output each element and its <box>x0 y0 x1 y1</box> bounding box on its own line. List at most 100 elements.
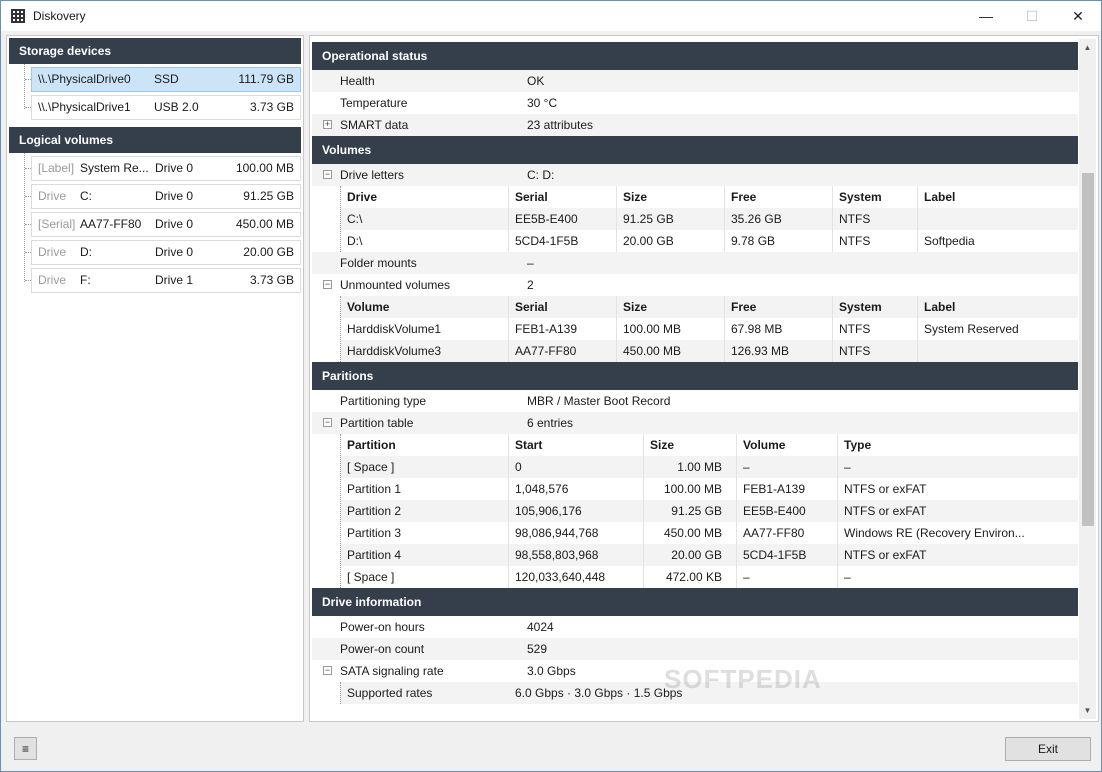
detail-key: Partition table <box>340 416 414 430</box>
scroll-down-arrow-icon[interactable]: ▼ <box>1079 702 1096 719</box>
column-header: Free <box>725 296 833 318</box>
table-row: D:\ 5CD4-1F5B 20.00 GB 9.78 GB NTFS Soft… <box>341 230 1078 252</box>
exit-button[interactable]: Exit <box>1005 737 1091 761</box>
cell-system: NTFS <box>833 340 918 362</box>
cell-serial: FEB1-A139 <box>509 318 617 340</box>
cell-size: 450.00 MB <box>644 522 737 544</box>
volume-size: 450.00 MB <box>235 217 294 231</box>
window-body: Storage devices \\.\PhysicalDrive0 SSD 1… <box>0 31 1102 772</box>
close-button[interactable]: ✕ <box>1055 1 1101 31</box>
cell-start: 98,558,803,968 <box>509 544 644 566</box>
table-row: Partition 3 98,086,944,768 450.00 MB AA7… <box>341 522 1078 544</box>
volume-drive: Drive 0 <box>155 189 194 203</box>
title-bar: Diskovery — ☐ ✕ <box>0 0 1102 31</box>
scroll-up-arrow-icon[interactable]: ▲ <box>1079 39 1096 56</box>
cell-drive: D:\ <box>341 230 509 252</box>
volume-drive: Drive 0 <box>155 245 194 259</box>
cell-type: Windows RE (Recovery Environ... <box>844 526 1025 540</box>
cell-partition: Partition 1 <box>341 478 509 500</box>
cell-volume: EE5B-E400 <box>737 500 838 522</box>
table-row: C:\ EE5B-E400 91.25 GB 35.26 GB NTFS <box>341 208 1078 230</box>
volume-name: C: <box>80 189 92 203</box>
collapse-minus-icon[interactable]: − <box>323 666 332 675</box>
device-item-physicaldrive1[interactable]: \\.\PhysicalDrive1 USB 2.0 3.73 GB <box>25 95 301 120</box>
supported-rates-subtree: Supported rates 6.0 Gbps · 3.0 Gbps · 1.… <box>340 682 1078 704</box>
cell-system: NTFS <box>833 318 918 340</box>
volume-item[interactable]: Drive D: Drive 0 20.00 GB <box>25 240 301 265</box>
expand-plus-icon[interactable]: + <box>323 120 332 129</box>
volume-size: 20.00 GB <box>243 245 294 259</box>
detail-row: Supported rates 6.0 Gbps · 3.0 Gbps · 1.… <box>341 682 1078 704</box>
menu-button[interactable]: ≡ <box>14 737 37 760</box>
storage-devices-header: Storage devices <box>9 38 301 64</box>
table-row: HarddiskVolume3 AA77-FF80 450.00 MB 126.… <box>341 340 1078 362</box>
volume-item[interactable]: Drive F: Drive 1 3.73 GB <box>25 268 301 293</box>
volume-kind: [Serial] <box>38 217 76 231</box>
volume-drive: Drive 1 <box>155 273 194 287</box>
column-header: Size <box>644 434 737 456</box>
cell-start: 1,048,576 <box>509 478 644 500</box>
detail-key: Temperature <box>340 96 408 110</box>
cell-label: System Reserved <box>924 322 1019 336</box>
volume-drive: Drive 0 <box>155 161 194 175</box>
table-row: Partition 1 1,048,576 100.00 MB FEB1-A13… <box>341 478 1078 500</box>
detail-key: Power-on hours <box>340 620 425 634</box>
cell-type: NTFS or exFAT <box>844 482 927 496</box>
detail-key: Power-on count <box>340 642 425 656</box>
cell-free: 9.78 GB <box>725 230 833 252</box>
volume-name: F: <box>80 273 91 287</box>
detail-row: Health OK <box>312 70 1078 92</box>
cell-start: 120,033,640,448 <box>509 566 644 588</box>
device-type: SSD <box>154 72 179 86</box>
volume-kind: [Label] <box>38 161 75 175</box>
device-item-physicaldrive0[interactable]: \\.\PhysicalDrive0 SSD 111.79 GB <box>25 67 301 92</box>
cell-size: 20.00 GB <box>617 230 725 252</box>
detail-key: SMART data <box>340 118 409 132</box>
detail-value: OK <box>527 74 545 88</box>
collapse-minus-icon[interactable]: − <box>323 418 332 427</box>
minimize-button[interactable]: — <box>963 1 1009 31</box>
column-header: Size <box>617 186 725 208</box>
app-grid-icon <box>11 9 25 23</box>
cell-start: 105,906,176 <box>509 500 644 522</box>
detail-value: 2 <box>527 278 534 292</box>
cell-partition: [ Space ] <box>341 566 509 588</box>
volume-item[interactable]: [Label] System Re... Drive 0 100.00 MB <box>25 156 301 181</box>
drive-information-header: Drive information <box>312 588 1078 616</box>
cell-partition: Partition 2 <box>341 500 509 522</box>
detail-row-partition-table[interactable]: − Partition table 6 entries <box>312 412 1078 434</box>
volume-size: 91.25 GB <box>243 189 294 203</box>
cell-volume: FEB1-A139 <box>737 478 838 500</box>
column-header: Serial <box>509 296 617 318</box>
cell-partition: [ Space ] <box>341 456 509 478</box>
column-header: Drive <box>341 186 509 208</box>
table-row: [ Space ] 120,033,640,448 472.00 KB – – <box>341 566 1078 588</box>
cell-size: 472.00 KB <box>644 566 737 588</box>
detail-value: 4024 <box>527 620 554 634</box>
volume-kind: Drive <box>38 273 67 287</box>
detail-value: 529 <box>527 642 548 656</box>
operational-status-header: Operational status <box>312 42 1078 70</box>
scrollbar-thumb[interactable] <box>1082 173 1094 526</box>
collapse-minus-icon[interactable]: − <box>323 280 332 289</box>
detail-key: Drive letters <box>340 168 405 182</box>
volume-item[interactable]: Drive C: Drive 0 91.25 GB <box>25 184 301 209</box>
vertical-scrollbar[interactable]: ▲ ▼ <box>1079 39 1096 719</box>
cell-size: 91.25 GB <box>644 500 737 522</box>
detail-row-drive-letters[interactable]: − Drive letters C: D: <box>312 164 1078 186</box>
cell-free: 35.26 GB <box>725 208 833 230</box>
volume-item[interactable]: [Serial] AA77-FF80 Drive 0 450.00 MB <box>25 212 301 237</box>
column-header: Size <box>617 296 725 318</box>
detail-key: Partitioning type <box>340 394 427 408</box>
detail-row-smart[interactable]: + SMART data 23 attributes <box>312 114 1078 136</box>
cell-system: NTFS <box>833 230 918 252</box>
detail-row-unmounted[interactable]: − Unmounted volumes 2 <box>312 274 1078 296</box>
collapse-minus-icon[interactable]: − <box>323 170 332 179</box>
volume-name: System Re... <box>80 161 149 175</box>
cell-size: 450.00 MB <box>617 340 725 362</box>
device-name: \\.\PhysicalDrive1 <box>38 100 131 114</box>
table-header-row: Partition Start Size Volume Type <box>341 434 1078 456</box>
detail-row-sata[interactable]: − SATA signaling rate 3.0 Gbps <box>312 660 1078 682</box>
maximize-button[interactable]: ☐ <box>1009 1 1055 31</box>
column-header: Label <box>924 190 956 204</box>
